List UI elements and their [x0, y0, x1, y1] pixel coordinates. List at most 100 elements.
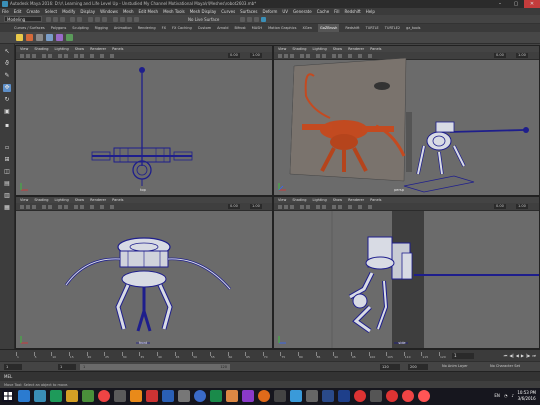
- app-task-icon[interactable]: [210, 390, 222, 402]
- maya-task-icon[interactable]: [34, 390, 46, 402]
- minimize-button[interactable]: –: [492, 0, 508, 8]
- shelf-tab-sculpting[interactable]: Sculpting: [72, 24, 88, 32]
- close-button[interactable]: ✕: [524, 0, 540, 8]
- windows-start-icon[interactable]: [2, 390, 14, 402]
- network-icon[interactable]: ◔: [504, 391, 508, 401]
- shelf-tab-turtle2[interactable]: TURTLE2: [385, 24, 400, 32]
- maximize-button[interactable]: ▢: [508, 0, 524, 8]
- side-by-side-layout-icon[interactable]: ◫: [3, 168, 11, 176]
- app-task-icon[interactable]: [274, 390, 286, 402]
- lasso-tool-icon[interactable]: ϑ: [3, 60, 11, 68]
- play-backward-button[interactable]: ◀: [516, 353, 519, 358]
- range-slider[interactable]: 1 120: [80, 364, 230, 370]
- menu-curves[interactable]: Curves: [221, 8, 235, 15]
- app-task-icon[interactable]: [114, 390, 126, 402]
- shelf-goz-all-icon[interactable]: [26, 34, 33, 41]
- anim-layer-dropdown[interactable]: No Anim Layer: [442, 364, 468, 368]
- menu-windows[interactable]: Windows: [100, 8, 118, 15]
- animation-start-field[interactable]: 1: [4, 364, 22, 370]
- menu-select[interactable]: Select: [45, 8, 57, 15]
- shelf-tool-icon[interactable]: [36, 34, 43, 41]
- app-task-icon[interactable]: [130, 390, 142, 402]
- shelf-tab-custom[interactable]: Custom: [198, 24, 211, 32]
- firefox-icon[interactable]: [258, 390, 270, 402]
- menu-edit-mesh[interactable]: Edit Mesh: [139, 8, 159, 15]
- shelf-tab-curves[interactable]: Curves / Surfaces: [14, 24, 45, 32]
- menu-mesh-display[interactable]: Mesh Display: [190, 8, 217, 15]
- shelf-tab-animation[interactable]: Animation: [114, 24, 132, 32]
- app-task-icon[interactable]: [178, 390, 190, 402]
- app-task-icon[interactable]: [194, 390, 206, 402]
- app-task-icon[interactable]: [162, 390, 174, 402]
- shelf-tab-motion-graphics[interactable]: Motion Graphics: [268, 24, 296, 32]
- rotate-tool-icon[interactable]: ↻: [3, 96, 11, 104]
- menu-mesh-tools[interactable]: Mesh Tools: [163, 8, 185, 15]
- app-task-icon[interactable]: [322, 390, 334, 402]
- menu-create[interactable]: Create: [26, 8, 39, 15]
- shelf-tab-redshift[interactable]: Redshift: [345, 24, 359, 32]
- step-back-button[interactable]: ◀|: [509, 353, 513, 358]
- snap-grid-icon[interactable]: [113, 17, 118, 22]
- step-forward-button[interactable]: |▶: [526, 353, 530, 358]
- viewport-top[interactable]: View Shading Lighting Show Renderer Pane…: [15, 45, 273, 196]
- shelf-tab-fx-caching[interactable]: FX Caching: [172, 24, 192, 32]
- persp-outliner-layout-icon[interactable]: ▤: [3, 180, 11, 188]
- snap-curve-icon[interactable]: [120, 17, 125, 22]
- app-task-icon[interactable]: [146, 390, 158, 402]
- menu-display[interactable]: Display: [80, 8, 95, 15]
- app-task-icon[interactable]: [370, 390, 382, 402]
- menu-uv[interactable]: UV: [282, 8, 288, 15]
- paint-select-icon[interactable]: ✎: [3, 72, 11, 80]
- menu-edit[interactable]: Edit: [14, 8, 22, 15]
- input-language[interactable]: EN: [494, 391, 500, 401]
- shelf-tab-rigging[interactable]: Rigging: [95, 24, 108, 32]
- four-pane-layout-icon[interactable]: ⊞: [3, 156, 11, 164]
- shelf-tab-gozbrush[interactable]: GoZBrush: [317, 24, 340, 32]
- playback-start-field[interactable]: 1: [58, 364, 76, 370]
- shelf-tool-icon[interactable]: [46, 34, 53, 41]
- viewport-front[interactable]: View Shading Lighting Show Renderer Pane…: [15, 196, 273, 349]
- app-task-icon[interactable]: [386, 390, 398, 402]
- live-surface-label[interactable]: No Live Surface: [188, 17, 219, 22]
- app-task-icon[interactable]: [242, 390, 254, 402]
- volume-icon[interactable]: ♪: [511, 391, 514, 401]
- app-task-icon[interactable]: [290, 390, 302, 402]
- app-task-icon[interactable]: [82, 390, 94, 402]
- current-frame-field[interactable]: 1: [452, 353, 474, 359]
- character-set-dropdown[interactable]: No Character Set: [490, 364, 520, 368]
- select-tool-icon[interactable]: ↖: [3, 48, 11, 56]
- new-scene-icon[interactable]: [46, 17, 51, 22]
- app-task-icon[interactable]: [354, 390, 366, 402]
- ipr-render-icon[interactable]: [247, 17, 252, 22]
- viewport-side[interactable]: View Shading Lighting Show Renderer Pane…: [273, 196, 540, 349]
- persp-graph-layout-icon[interactable]: ▥: [3, 192, 11, 200]
- shelf-tab-mash[interactable]: MASH: [252, 24, 262, 32]
- hypershade-icon[interactable]: [261, 17, 266, 22]
- file-explorer-icon[interactable]: [66, 390, 78, 402]
- taskbar-clock[interactable]: 10:53 PM 3/6/2016: [517, 390, 536, 402]
- command-line[interactable]: MEL: [0, 371, 540, 381]
- select-object-icon[interactable]: [95, 17, 100, 22]
- go-to-end-button[interactable]: ⏭: [532, 353, 536, 358]
- go-to-start-button[interactable]: ⏮: [504, 353, 508, 358]
- app-task-icon[interactable]: [418, 390, 430, 402]
- open-scene-icon[interactable]: [53, 17, 58, 22]
- shelf-tab-rendering[interactable]: Rendering: [138, 24, 156, 32]
- playback-end-field[interactable]: 120: [380, 364, 400, 370]
- menu-file[interactable]: File: [2, 8, 9, 15]
- shelf-tab-bifrost[interactable]: Bifrost: [234, 24, 245, 32]
- menu-fill[interactable]: Fill: [334, 8, 339, 15]
- time-slider[interactable]: 1 5 10 15 20 25 30 35 40 45 50 55 60 65 70 75 80 85 90 95 10…: [0, 349, 540, 361]
- app-task-icon[interactable]: [226, 390, 238, 402]
- shelf-tool-icon[interactable]: [56, 34, 63, 41]
- menu-mesh[interactable]: Mesh: [123, 8, 134, 15]
- save-scene-icon[interactable]: [60, 17, 65, 22]
- scale-tool-icon[interactable]: ▣: [3, 108, 11, 116]
- photoshop-icon[interactable]: [338, 390, 350, 402]
- shelf-tab-turtle[interactable]: TURTLE: [366, 24, 379, 32]
- snap-surface-icon[interactable]: [134, 17, 139, 22]
- shelf-tab-fx[interactable]: FX: [162, 24, 166, 32]
- app-task-icon[interactable]: [50, 390, 62, 402]
- last-tool-icon[interactable]: ▪: [3, 122, 11, 130]
- menu-help[interactable]: Help: [366, 8, 375, 15]
